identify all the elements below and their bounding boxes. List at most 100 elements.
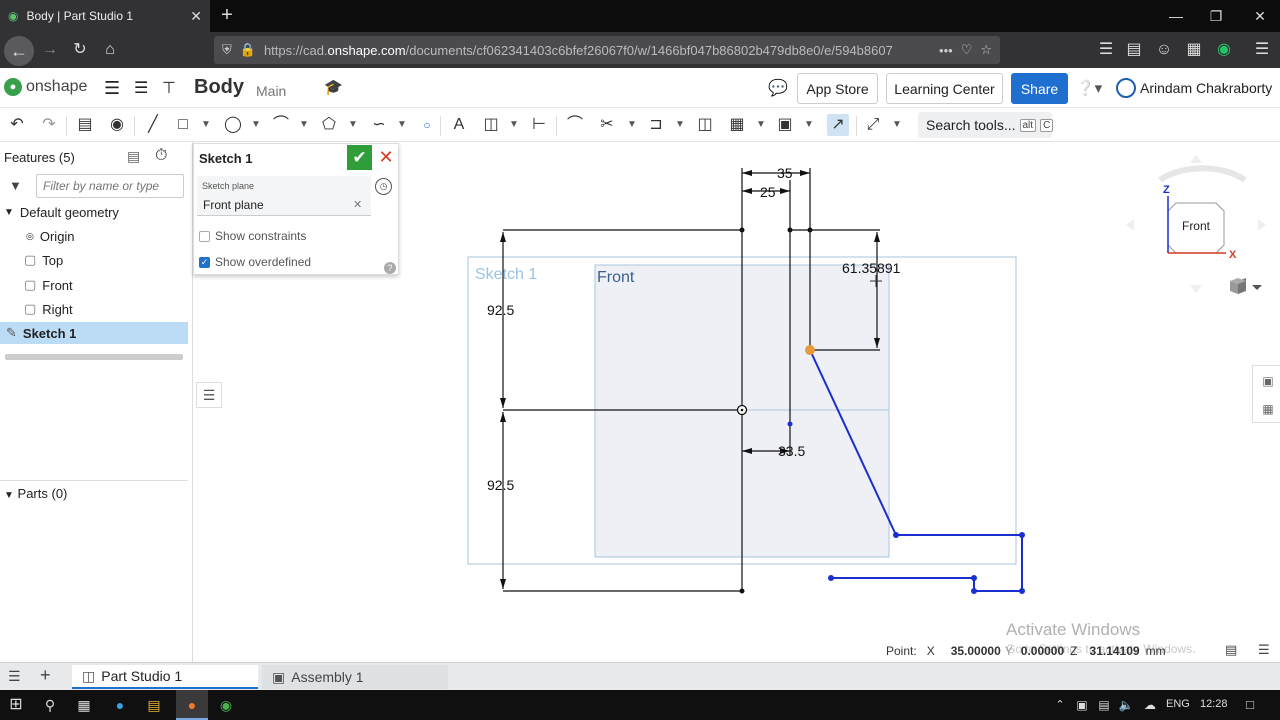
transform-tool-icon[interactable]: ▣ (774, 114, 796, 136)
circle-dropdown-icon[interactable]: ▼ (250, 114, 262, 136)
language-indicator[interactable]: ENG (1166, 698, 1190, 710)
dim-25-text[interactable]: 25 (760, 184, 776, 200)
search-icon[interactable]: ⚲ (40, 695, 60, 715)
offset-tool-icon[interactable]: ⊐ (645, 114, 667, 136)
tab-manager-icon[interactable]: ☰ (8, 668, 21, 685)
clear-plane-icon[interactable]: ✕ (353, 198, 362, 211)
view-cube[interactable]: Front Z X (1120, 150, 1280, 310)
learning-cap-icon[interactable]: 🎓 (324, 78, 343, 96)
insert-icon[interactable]: ⊤ (162, 78, 176, 98)
document-branch[interactable]: Main (256, 83, 286, 99)
point-tool-icon[interactable]: ○ (416, 114, 438, 136)
tray-chevron-up-icon[interactable]: ⌃ (1050, 695, 1070, 715)
dim-61-text[interactable]: 61.35891 (842, 260, 901, 276)
new-sketch-icon[interactable]: ▤ (74, 114, 96, 136)
feature-list-icon[interactable]: ☰ (134, 78, 148, 98)
sketch-constraint-icon[interactable]: ↗ (827, 114, 849, 136)
polygon-tool-icon[interactable]: ⬠ (318, 114, 340, 136)
use-icon[interactable]: ◉ (106, 114, 128, 136)
task-view-icon[interactable]: ▦ (74, 695, 94, 715)
onshape-logo[interactable]: ● onshape (4, 78, 87, 96)
construction-dropdown-icon[interactable]: ▼ (508, 114, 520, 136)
default-geometry-folder[interactable]: ▼ Default geometry (4, 201, 192, 223)
dim-35-text[interactable]: 35 (777, 165, 793, 181)
share-button[interactable]: Share (1011, 73, 1068, 104)
minimize-icon[interactable]: — (1166, 6, 1186, 26)
status-options-icon[interactable]: ☰ (1258, 642, 1270, 658)
pocket-icon[interactable]: ♡ (961, 42, 973, 58)
filter-input[interactable] (36, 174, 184, 198)
close-tab-icon[interactable]: ✕ (190, 8, 202, 25)
clock[interactable]: 12:28 (1200, 698, 1228, 710)
redo-icon[interactable]: ↷ (38, 114, 60, 136)
dimension-tool-icon[interactable]: ⊢ (528, 114, 550, 136)
add-tab-icon[interactable]: + (40, 665, 51, 686)
dim-92a-text[interactable]: 92.5 (487, 302, 514, 318)
pattern-tool-icon[interactable]: ▦ (726, 114, 748, 136)
accept-checkmark-icon[interactable]: ✔ (347, 145, 372, 170)
file-explorer-icon[interactable]: ▤ (144, 695, 164, 715)
feature-list-scrollbar[interactable] (5, 354, 183, 360)
sidebar-icon[interactable]: ▤ (1122, 38, 1146, 62)
page-actions-icon[interactable]: ••• (939, 43, 953, 58)
tray-cloud-icon[interactable]: ☁ (1140, 695, 1160, 715)
rectangle-dropdown-icon[interactable]: ▼ (200, 114, 212, 136)
checkbox-checked[interactable]: ✓ (199, 256, 210, 268)
tray-volume-icon[interactable]: 🔈 (1116, 695, 1136, 715)
tree-item-origin[interactable]: ◎ Origin (0, 225, 188, 247)
show-overdefined-checkbox[interactable]: ✓ Show overdefined (199, 255, 311, 269)
tray-device-icon[interactable]: ▣ (1072, 695, 1092, 715)
fillet-tool-icon[interactable]: ⌒ (564, 114, 586, 136)
trim-tool-icon[interactable]: ✂ (596, 114, 618, 136)
constraint-dropdown-icon[interactable]: ▼ (891, 114, 903, 136)
tree-item-right[interactable]: ▢ Right (0, 298, 188, 320)
checkbox-unchecked[interactable] (199, 230, 210, 242)
text-tool-icon[interactable]: A (448, 114, 470, 136)
line-tool-icon[interactable]: ╱ (142, 114, 164, 136)
new-tab-icon[interactable]: + (216, 4, 238, 26)
dialog-help-icon[interactable]: ? (384, 262, 396, 274)
home-icon[interactable]: ⌂ (98, 38, 122, 62)
chevron-down-icon[interactable]: ▼ (4, 490, 14, 501)
dim-92b-text[interactable]: 92.5 (487, 477, 514, 493)
spline-dropdown-icon[interactable]: ▼ (396, 114, 408, 136)
grammarly-icon[interactable]: ◉ (1212, 38, 1236, 62)
undo-icon[interactable]: ↶ (6, 114, 28, 136)
rollback-timer-icon[interactable]: ⏱ (155, 147, 167, 165)
parts-folder[interactable]: ▼ Parts (0) (4, 486, 67, 501)
rectangle-tool-icon[interactable]: □ (172, 114, 194, 136)
tab-assembly-1[interactable]: ▣ Assembly 1 (262, 665, 448, 689)
history-clock-icon[interactable]: ◷ (375, 178, 392, 195)
document-title[interactable]: Body (194, 76, 244, 99)
selected-endpoint[interactable] (805, 345, 815, 355)
shield-icon[interactable]: ⛨ (222, 42, 232, 58)
view-options-icon[interactable] (1230, 278, 1262, 294)
trim-dropdown-icon[interactable]: ▼ (626, 114, 638, 136)
app-store-button[interactable]: App Store (797, 73, 878, 104)
window-close-icon[interactable]: ✕ (1250, 6, 1270, 26)
sketch-list-icon[interactable]: ☰ (196, 382, 222, 408)
coincident-tool-icon[interactable]: ⤢ (862, 114, 884, 136)
spline-tool-icon[interactable]: ∽ (368, 114, 390, 136)
chevron-down-icon[interactable]: ▼ (4, 207, 14, 218)
library-icon[interactable]: ☰ (1094, 38, 1118, 62)
learning-center-button[interactable]: Learning Center (886, 73, 1003, 104)
tree-item-sketch-1[interactable]: ✎ Sketch 1 (0, 322, 188, 344)
forward-icon[interactable]: → (38, 38, 62, 62)
arc-dropdown-icon[interactable]: ▼ (298, 114, 310, 136)
chrome-icon[interactable]: ◉ (216, 695, 236, 715)
polygon-dropdown-icon[interactable]: ▼ (347, 114, 359, 136)
search-tools-input[interactable]: Search tools... alt C (918, 112, 1054, 138)
back-icon[interactable]: ← (4, 36, 34, 66)
configurations-panel-icon[interactable]: ▦ (1259, 400, 1277, 418)
mirror-tool-icon[interactable]: ◫ (694, 114, 716, 136)
comments-icon[interactable]: 💬 (768, 78, 788, 98)
extension-icon[interactable]: ▦ (1182, 38, 1206, 62)
pattern-dropdown-icon[interactable]: ▼ (755, 114, 767, 136)
firefox-icon[interactable]: ● (182, 695, 202, 715)
show-constraints-checkbox[interactable]: Show constraints (199, 229, 306, 243)
reload-icon[interactable]: ↻ (68, 38, 92, 62)
hamburger-menu-icon[interactable]: ☰ (104, 78, 120, 99)
notification-icon[interactable]: □ (1240, 695, 1260, 715)
sketch-plane-field[interactable]: Sketch plane Front plane ✕ (197, 176, 371, 216)
